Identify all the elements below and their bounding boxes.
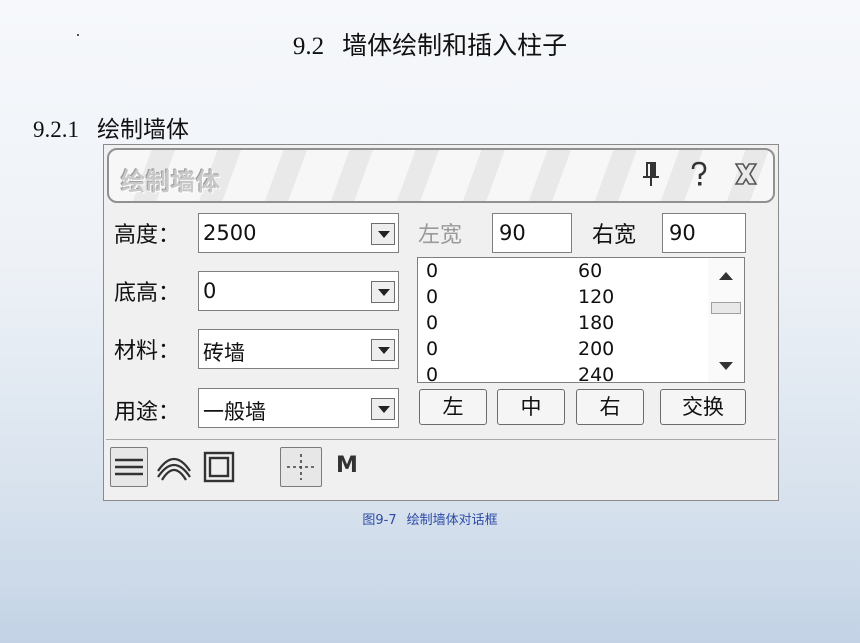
draw-wall-dialog: 绘制墙体 高度： 2500 左宽 90 右宽 90 底高： 0 材料： 砖墙 0… (103, 144, 779, 501)
swap-button[interactable]: 交换 (660, 389, 746, 425)
chevron-down-icon[interactable] (371, 281, 395, 303)
rectangle-wall-tool[interactable] (200, 447, 240, 487)
chevron-down-icon[interactable] (371, 339, 395, 361)
chevron-down-icon[interactable] (371, 223, 395, 245)
dialog-titlebar[interactable]: 绘制墙体 (107, 148, 775, 203)
dialog-title: 绘制墙体 (121, 168, 221, 196)
slide-title: 9.2 墙体绘制和插入柱子 (292, 33, 568, 60)
usage-combo[interactable]: 一般墙 (198, 388, 399, 428)
wall-width-list[interactable]: 0 60 0 120 0 180 0 200 0 240 (417, 257, 745, 383)
right-width-input[interactable]: 90 (662, 213, 746, 253)
align-right-button[interactable]: 右 (576, 389, 644, 425)
list-item[interactable]: 0 200 (418, 338, 708, 364)
material-combo[interactable]: 砖墙 (198, 329, 399, 369)
pin-icon[interactable] (639, 160, 663, 194)
align-left-button[interactable]: 左 (419, 389, 487, 425)
right-width-label: 右宽 (592, 223, 637, 248)
usage-label: 用途： (114, 400, 181, 425)
list-item[interactable]: 0 120 (418, 286, 708, 312)
base-height-value: 0 (203, 279, 217, 303)
arc-wall-icon (157, 457, 191, 481)
straight-wall-tool[interactable] (110, 447, 148, 487)
crosshair-icon (287, 454, 315, 480)
list-item[interactable]: 0 240 (418, 364, 708, 382)
list-scrollbar[interactable] (708, 258, 744, 382)
height-value: 2500 (203, 221, 257, 245)
height-combo[interactable]: 2500 (198, 213, 399, 253)
straight-wall-icon (115, 458, 143, 476)
scroll-down-icon[interactable] (719, 362, 733, 370)
close-icon[interactable] (733, 160, 759, 194)
arc-wall-tool[interactable] (154, 447, 194, 487)
help-icon[interactable] (687, 160, 711, 194)
m-mode-label[interactable]: M (336, 453, 358, 478)
left-width-input[interactable]: 90 (492, 213, 572, 253)
list-item[interactable]: 0 180 (418, 312, 708, 338)
material-label: 材料： (114, 339, 181, 364)
base-height-label: 底高： (114, 281, 181, 306)
snap-tool[interactable] (280, 447, 322, 487)
chevron-down-icon[interactable] (371, 398, 395, 420)
list-item[interactable]: 0 60 (418, 260, 708, 286)
left-width-label: 左宽 (418, 223, 463, 248)
material-value: 砖墙 (203, 341, 245, 365)
align-center-button[interactable]: 中 (497, 389, 565, 425)
base-height-combo[interactable]: 0 (198, 271, 399, 311)
scroll-thumb[interactable] (711, 302, 741, 314)
height-label: 高度： (114, 223, 181, 248)
figure-caption: 图9-7 绘制墙体对话框 (362, 513, 498, 528)
scroll-up-icon[interactable] (719, 272, 733, 280)
usage-value: 一般墙 (203, 400, 266, 424)
section-heading: 9.2.1 绘制墙体 (33, 117, 189, 142)
toolbar-divider (106, 439, 776, 440)
rectangle-wall-icon (203, 451, 235, 483)
